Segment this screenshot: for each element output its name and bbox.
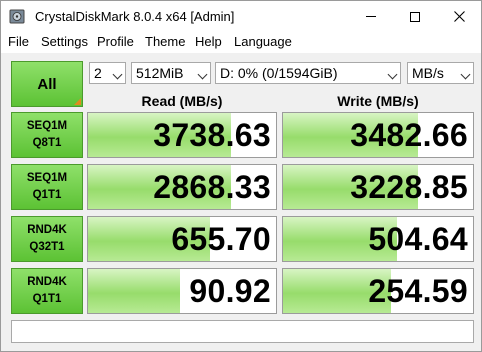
menu-language[interactable]: Language xyxy=(234,34,292,49)
comment-field[interactable] xyxy=(11,320,474,343)
chevron-down-icon xyxy=(112,69,123,80)
app-disk-icon xyxy=(9,9,25,24)
title-bar[interactable]: CrystalDiskMark 8.0.4 x64 [Admin] xyxy=(1,1,481,32)
menu-theme[interactable]: Theme xyxy=(145,34,185,49)
window-title: CrystalDiskMark 8.0.4 x64 [Admin] xyxy=(35,9,235,24)
write-result-value: 3482.66 xyxy=(350,117,468,153)
write-result: 504.64 xyxy=(282,216,474,262)
write-result: 254.59 xyxy=(282,268,474,314)
menu-file[interactable]: File xyxy=(8,34,29,49)
write-result-value: 254.59 xyxy=(368,273,468,309)
test-size-select[interactable]: 512MiB xyxy=(131,62,211,84)
app-window: CrystalDiskMark 8.0.4 x64 [Admin] File S… xyxy=(0,0,482,352)
corner-marker-icon xyxy=(74,98,81,105)
chevron-down-icon xyxy=(197,69,208,80)
test-size-value: 512MiB xyxy=(136,65,184,81)
write-column-header: Write (MB/s) xyxy=(337,93,419,109)
menu-profile[interactable]: Profile xyxy=(97,34,134,49)
run-all-label: All xyxy=(37,75,57,93)
read-result: 3738.63 xyxy=(87,112,277,158)
unit-value: MB/s xyxy=(412,65,444,81)
test-name: RND4K xyxy=(27,276,67,288)
test-button-rnd4k-q1t1[interactable]: RND4K Q1T1 xyxy=(11,268,83,314)
write-result-value: 504.64 xyxy=(368,221,468,257)
test-name: SEQ1M xyxy=(26,120,68,132)
read-result-value: 2868.33 xyxy=(153,169,271,205)
test-name: SEQ1M xyxy=(26,172,68,184)
read-result: 655.70 xyxy=(87,216,277,262)
maximize-button[interactable] xyxy=(393,1,437,32)
test-name: RND4K xyxy=(27,224,67,236)
minimize-button[interactable] xyxy=(349,1,393,32)
close-icon xyxy=(453,11,465,22)
test-count-select[interactable]: 2 xyxy=(89,62,126,84)
write-result: 3228.85 xyxy=(282,164,474,210)
test-params: Q32T1 xyxy=(29,241,65,253)
test-params: Q1T1 xyxy=(32,293,62,305)
test-params: Q8T1 xyxy=(32,137,62,149)
unit-select[interactable]: MB/s xyxy=(407,62,474,84)
write-result-value: 3228.85 xyxy=(350,169,468,205)
read-result-value: 655.70 xyxy=(171,221,271,257)
test-button-seq1m-q1t1[interactable]: SEQ1M Q1T1 xyxy=(11,164,83,210)
chevron-down-icon xyxy=(387,69,398,80)
read-result-value: 90.92 xyxy=(189,273,271,309)
minimize-icon xyxy=(366,16,376,17)
close-button[interactable] xyxy=(437,1,481,32)
test-params: Q1T1 xyxy=(32,189,62,201)
drive-value: D: 0% (0/1594GiB) xyxy=(220,65,338,81)
test-button-rnd4k-q32t1[interactable]: RND4K Q32T1 xyxy=(11,216,83,262)
read-column-header: Read (MB/s) xyxy=(141,93,223,109)
maximize-icon xyxy=(410,11,420,22)
test-count-value: 2 xyxy=(94,65,102,81)
menu-settings[interactable]: Settings xyxy=(41,34,88,49)
read-result: 90.92 xyxy=(87,268,277,314)
menu-help[interactable]: Help xyxy=(195,34,222,49)
run-all-button[interactable]: All xyxy=(11,61,83,107)
write-result: 3482.66 xyxy=(282,112,474,158)
drive-select[interactable]: D: 0% (0/1594GiB) xyxy=(215,62,401,84)
menu-bar: File Settings Profile Theme Help Languag… xyxy=(1,32,481,53)
test-button-seq1m-q8t1[interactable]: SEQ1M Q8T1 xyxy=(11,112,83,158)
read-result-value: 3738.63 xyxy=(153,117,271,153)
read-result: 2868.33 xyxy=(87,164,277,210)
chevron-down-icon xyxy=(460,69,471,80)
read-result-bar xyxy=(88,269,181,313)
